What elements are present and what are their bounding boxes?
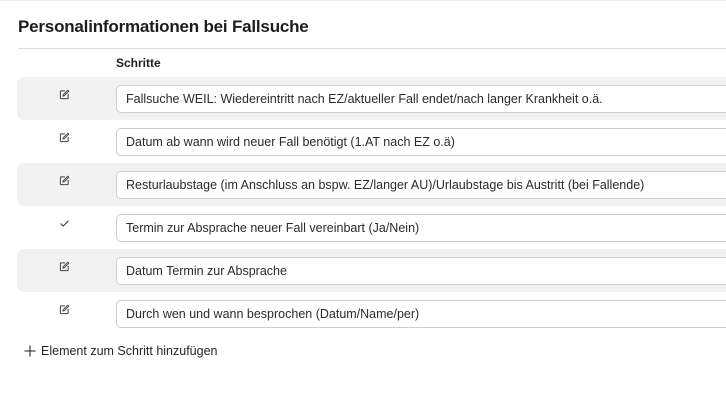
step-row [17,292,726,335]
step-row [17,206,726,249]
add-step-element-button[interactable]: Element zum Schritt hinzufügen [24,343,217,359]
column-header-steps: Schritte [116,56,161,70]
step-row [17,249,726,292]
edit-icon[interactable] [58,260,70,272]
step-row [17,120,726,163]
step-text-field[interactable] [116,300,726,328]
step-text-field[interactable] [116,171,726,199]
edit-icon[interactable] [58,174,70,186]
edit-icon[interactable] [58,88,70,100]
top-divider [0,0,726,1]
edit-icon[interactable] [58,303,70,315]
step-text-field[interactable] [116,85,726,113]
title-divider [18,48,726,49]
check-icon[interactable] [58,217,70,229]
step-row [17,163,726,206]
plus-icon [24,345,36,357]
add-step-element-label: Element zum Schritt hinzufügen [41,344,218,358]
section-title: Personalinformationen bei Fallsuche [18,17,309,36]
step-row [17,77,726,120]
edit-icon[interactable] [58,131,70,143]
step-text-field[interactable] [116,257,726,285]
step-text-field[interactable] [116,214,726,242]
steps-list [17,77,726,335]
step-text-field[interactable] [116,128,726,156]
page: Personalinformationen bei Fallsuche Schr… [0,0,726,416]
